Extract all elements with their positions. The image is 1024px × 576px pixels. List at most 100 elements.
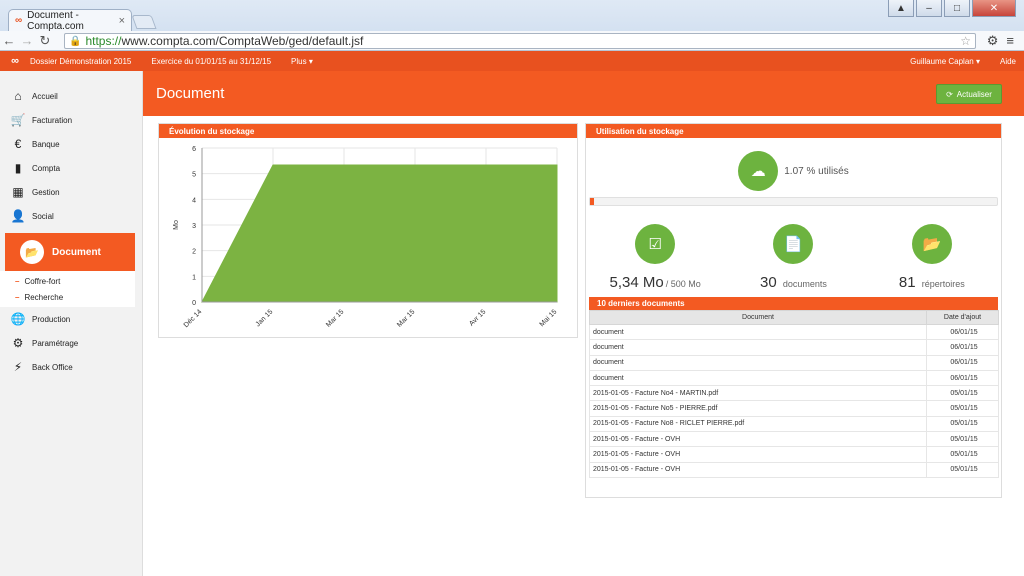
sidebar-item-facturation[interactable]: 🛒 Facturation <box>0 108 142 132</box>
gear-icon[interactable]: ⚙ <box>987 33 999 49</box>
stat-documents-value: 30 documents <box>760 274 827 291</box>
recent-documents-table: Document Date d'ajout document 06/01/15 do… <box>589 310 999 478</box>
bookmark-star-icon[interactable]: ☆ <box>960 34 971 48</box>
back-icon[interactable]: ← <box>0 33 18 48</box>
table-row[interactable]: 2015-01-05 - Facture No8 - RICLET PIERRE… <box>589 415 999 433</box>
sidebar-sub-coffre-fort[interactable]: – Coffre-fort <box>0 273 135 289</box>
y-tick-label: 4 <box>192 197 196 204</box>
euro-icon: € <box>14 137 22 151</box>
app-header: ∞ Dossier Démonstration 2015 Exercice du… <box>0 51 1024 71</box>
stat-directories-value: 81 répertoires <box>899 274 965 291</box>
y-tick-label: 0 <box>192 300 196 307</box>
address-bar-row: ← → ↻ 🔒 https:// www.compta.com/ComptaWe… <box>0 31 1024 51</box>
reload-icon[interactable]: ↻ <box>36 33 54 49</box>
help-link[interactable]: Aide <box>1000 57 1016 66</box>
table-row[interactable]: 2015-01-05 - Facture No5 - PIERRE.pdf 05/… <box>589 400 999 417</box>
column-header-date[interactable]: Date d'ajout <box>926 310 999 325</box>
sidebar-item-back-office[interactable]: ⚡ Back Office <box>0 355 142 379</box>
file-icon: 📄 <box>773 224 814 264</box>
dossier-selector[interactable]: Dossier Démonstration 2015 <box>30 57 131 66</box>
table-row[interactable]: 2015-01-05 - Facture - OVH 05/01/15 <box>589 461 999 478</box>
x-tick-label: Mar 15 <box>325 308 345 328</box>
minimize-icon[interactable]: – <box>916 0 942 17</box>
url-scheme: https:// <box>85 34 122 48</box>
document-name-cell[interactable]: document <box>589 323 927 341</box>
table-row[interactable]: document 06/01/15 <box>589 369 999 387</box>
storage-area <box>201 164 558 303</box>
document-name-cell[interactable]: 2015-01-05 - Facture No5 - PIERRE.pdf <box>589 400 927 417</box>
document-date-cell: 05/01/15 <box>926 431 999 448</box>
sidebar-item-label: Banque <box>32 139 60 149</box>
sidebar-item-social[interactable]: 👤 Social <box>0 204 142 228</box>
dash-icon: – <box>15 276 20 286</box>
y-tick-label: 5 <box>192 172 196 179</box>
person-icon: 👤 <box>10 209 26 223</box>
docs-label: documents <box>782 279 827 289</box>
document-name-cell[interactable]: 2015-01-05 - Facture - OVH <box>589 431 927 448</box>
new-tab-button[interactable] <box>131 15 157 29</box>
refresh-button[interactable]: ⟳ Actualiser <box>936 84 1002 104</box>
document-date-cell: 05/01/15 <box>926 446 999 463</box>
sidebar-item-label: Compta <box>32 163 61 173</box>
close-window-icon[interactable]: ✕ <box>972 0 1016 17</box>
table-row[interactable]: 2015-01-05 - Facture - OVH 05/01/15 <box>589 431 999 448</box>
sidebar-submenu: – Coffre-fort – Recherche <box>0 271 135 307</box>
sidebar-sub-recherche[interactable]: – Recherche <box>0 289 135 305</box>
user-icon[interactable]: ▲ <box>888 0 914 17</box>
table-body: document 06/01/15 document 06/01/15 document… <box>589 323 999 478</box>
document-name-cell[interactable]: 2015-01-05 - Facture No4 - MARTIN.pdf <box>589 385 927 402</box>
document-name-cell[interactable]: 2015-01-05 - Facture No8 - RICLET PIERRE… <box>589 415 927 433</box>
window-controls: ▲ – □ ✕ <box>888 0 1016 17</box>
sidebar-item-banque[interactable]: € Banque <box>0 132 142 156</box>
sidebar-item-label: Back Office <box>32 362 73 372</box>
stat-size-value: 5,34 Mo/ 500 Mo <box>610 274 701 291</box>
lock-icon: 🔒 <box>69 35 82 47</box>
plus-menu[interactable]: Plus ▾ <box>291 57 313 66</box>
document-name-cell[interactable]: document <box>589 339 927 356</box>
url-text: www.compta.com/ComptaWeb/ged/default.jsf <box>121 34 364 48</box>
x-tick-label: Mar 15 <box>396 308 416 328</box>
document-name-cell[interactable]: document <box>589 354 927 371</box>
url-input[interactable]: 🔒 https:// www.compta.com/ComptaWeb/ged/… <box>64 33 976 49</box>
document-date-cell: 05/01/15 <box>926 461 999 478</box>
logo-icon[interactable]: ∞ <box>0 55 30 67</box>
forward-icon[interactable]: → <box>18 33 36 48</box>
table-row[interactable]: 2015-01-05 - Facture No4 - MARTIN.pdf 05/… <box>589 385 999 402</box>
book-icon: ▮ <box>14 161 22 175</box>
close-tab-icon[interactable]: × <box>119 15 125 27</box>
table-row[interactable]: document 06/01/15 <box>589 354 999 371</box>
document-name-cell[interactable]: 2015-01-05 - Facture - OVH <box>589 446 927 463</box>
table-row[interactable]: document 06/01/15 <box>589 339 999 356</box>
size-value: 5,34 Mo <box>609 274 664 291</box>
x-tick-label: Jan 15 <box>255 308 275 328</box>
refresh-icon: ⟳ <box>946 89 953 99</box>
sidebar-item-gestion[interactable]: ▦ Gestion <box>0 180 142 204</box>
sidebar-item-label: Production <box>32 314 71 324</box>
y-tick-label: 6 <box>192 146 196 153</box>
plus-label: Plus <box>291 56 307 66</box>
gear-icon: ⚙ <box>12 336 24 350</box>
exercice-selector[interactable]: Exercice du 01/01/15 au 31/12/15 <box>151 57 271 66</box>
menu-icon[interactable]: ≡ <box>1006 33 1014 49</box>
y-tick-label: 1 <box>192 274 196 281</box>
sidebar-item-accueil[interactable]: ⌂ Accueil <box>0 84 142 108</box>
sidebar-item-label: Document <box>52 246 101 258</box>
browser-tab[interactable]: ∞ Document - Compta.com × <box>8 9 132 32</box>
sidebar-item-parametrage[interactable]: ⚙ Paramétrage <box>0 331 142 355</box>
usage-percent: 1.07 % utilisés <box>784 165 849 177</box>
maximize-icon[interactable]: □ <box>944 0 970 17</box>
document-name-cell[interactable]: document <box>589 369 927 387</box>
sidebar-item-compta[interactable]: ▮ Compta <box>0 156 142 180</box>
dash-icon: – <box>15 292 20 302</box>
page-title: Document <box>156 85 225 102</box>
sidebar-item-document[interactable]: 📂 Document <box>5 233 135 271</box>
document-date-cell: 06/01/15 <box>926 339 999 356</box>
user-name: Guillaume Caplan <box>910 56 974 66</box>
table-row[interactable]: document 06/01/15 <box>589 323 999 341</box>
column-header-document[interactable]: Document <box>589 310 927 325</box>
sidebar-item-production[interactable]: 🌐 Production <box>0 307 142 331</box>
user-menu[interactable]: Guillaume Caplan ▾ <box>910 57 980 66</box>
document-name-cell[interactable]: 2015-01-05 - Facture - OVH <box>589 461 927 478</box>
table-row[interactable]: 2015-01-05 - Facture - OVH 05/01/15 <box>589 446 999 463</box>
folder-open-icon: 📂 <box>911 224 952 264</box>
